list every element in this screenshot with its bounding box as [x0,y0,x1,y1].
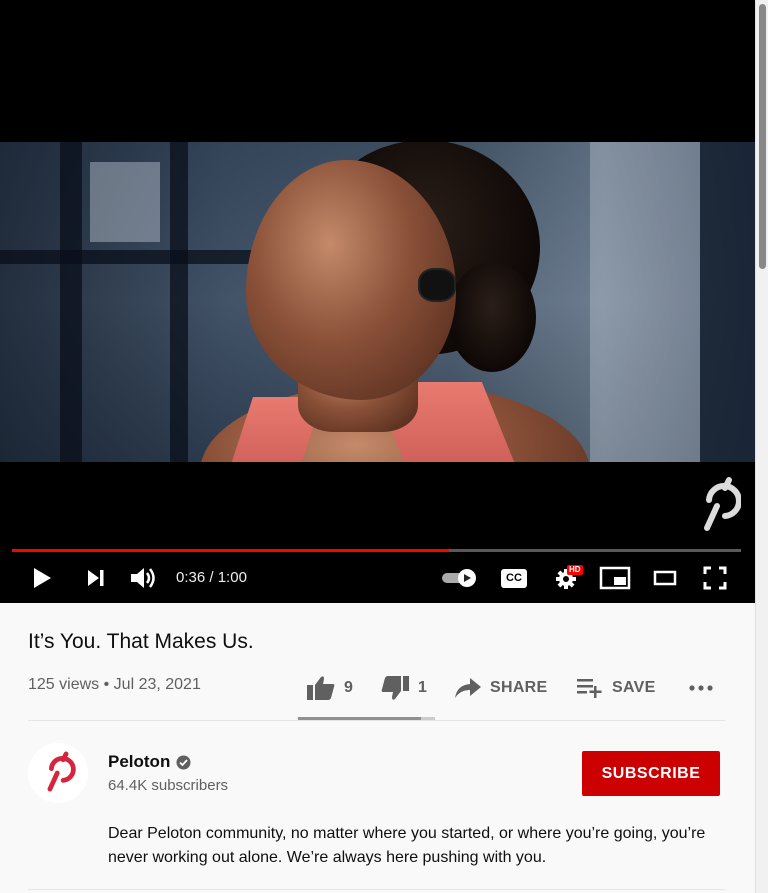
divider [28,720,725,721]
cc-icon: CC [501,568,527,588]
play-icon [34,568,51,588]
hd-badge: HD [567,565,583,575]
more-icon [689,685,713,691]
fullscreen-button[interactable] [702,560,728,596]
divider-bottom [28,889,725,890]
more-actions-button[interactable] [688,672,714,704]
progress-bar[interactable] [12,549,741,552]
channel-name[interactable]: Peloton [108,752,191,772]
theater-icon [653,570,677,586]
video-meta: 125 views • Jul 23, 2021 [28,676,201,694]
time-total: 1:00 [217,569,247,586]
cc-button[interactable]: CC [500,560,528,596]
next-button[interactable] [84,560,108,596]
video-frame[interactable] [0,142,755,462]
channel-avatar[interactable] [28,743,88,803]
share-label: SHARE [490,679,548,696]
dislike-button[interactable]: 1 [380,672,427,704]
subscriber-count: 64.4K subscribers [108,777,229,794]
time-current: 0:36 [176,569,206,586]
save-icon [577,679,602,698]
dislike-icon [381,676,409,700]
upload-date: Jul 23, 2021 [113,676,201,693]
fullscreen-icon [703,566,727,590]
share-icon [455,678,481,698]
view-count: 125 views [28,676,100,693]
video-title: It’s You. That Makes Us. [28,630,254,653]
settings-button[interactable]: HD [550,560,583,596]
play-button[interactable] [28,560,56,596]
volume-button[interactable] [128,560,160,596]
miniplayer-icon [599,566,631,590]
dislike-count: 1 [418,679,427,696]
volume-icon [131,568,155,588]
save-label: SAVE [612,679,656,696]
autoplay-icon [442,569,476,587]
video-player[interactable]: 0:36 / 1:00 CC HD [0,0,755,603]
peloton-watermark-icon [704,477,741,531]
progress-played [12,549,450,552]
theater-button[interactable] [652,560,678,596]
video-description: Dear Peloton community, no matter where … [108,825,706,866]
autoplay-toggle[interactable] [440,560,478,596]
next-icon [88,570,104,586]
time-separator: / [205,569,218,586]
like-icon [307,676,335,700]
page-scrollbar[interactable] [755,0,768,893]
peloton-logo [47,751,76,792]
like-count: 9 [344,679,353,696]
meta-separator: • [103,676,110,693]
share-button[interactable]: SHARE [454,672,548,704]
like-button[interactable]: 9 [306,672,353,704]
subscribe-button[interactable]: SUBSCRIBE [582,751,720,796]
verified-icon [176,755,191,769]
miniplayer-button[interactable] [598,560,632,596]
time-display: 0:36 / 1:00 [176,560,247,596]
player-controls: 0:36 / 1:00 CC HD [0,560,755,596]
channel-name-label: Peloton [108,752,171,771]
save-button[interactable]: SAVE [576,672,656,704]
scrollbar-thumb[interactable] [759,4,766,269]
